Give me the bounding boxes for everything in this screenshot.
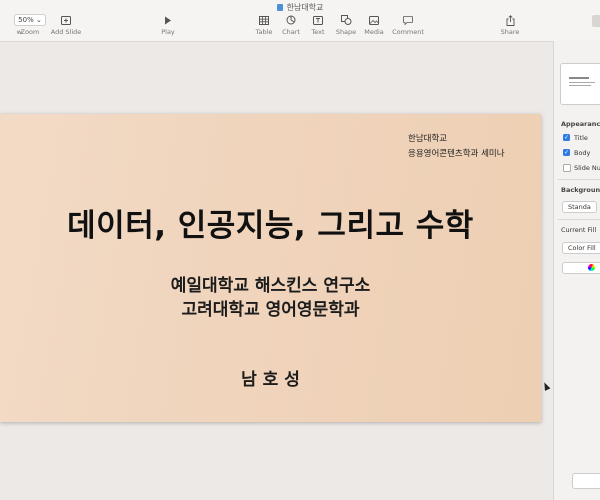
- add-slide-button[interactable]: Add Slide: [44, 14, 88, 36]
- add-slide-label: Add Slide: [50, 28, 82, 36]
- window-title: 한남대학교: [0, 2, 600, 13]
- mouse-cursor-icon: [541, 381, 551, 391]
- document-icon: [276, 4, 283, 11]
- appearance-heading: Appearance: [561, 120, 600, 128]
- slide[interactable]: 한남대학교 응용영어콘텐츠학과 세미나 데이터, 인공지능, 그리고 수학 예일…: [0, 114, 541, 422]
- play-button[interactable]: Play: [146, 14, 190, 36]
- comment-button[interactable]: Comment: [386, 14, 430, 36]
- comment-label: Comment: [392, 28, 424, 36]
- title-checkbox-label: Title: [574, 134, 588, 142]
- body-checkbox-label: Body: [574, 149, 591, 157]
- share-label: Share: [500, 28, 520, 36]
- comment-icon: [386, 14, 430, 26]
- title-checkbox[interactable]: ✓: [563, 134, 570, 141]
- slide-number-checkbox-label: Slide Nu: [574, 164, 600, 172]
- slide-layout-thumbnail[interactable]: [560, 63, 600, 105]
- slide-author[interactable]: 남 호 성: [0, 365, 541, 390]
- divider: [558, 219, 600, 220]
- play-label: Play: [161, 28, 175, 36]
- format-inspector: Appearance ✓ Title ✓ Body Slide Nu Backg…: [553, 41, 600, 500]
- play-icon: [146, 14, 190, 26]
- document-name: 한남대학교: [286, 3, 324, 12]
- share-icon: [488, 14, 532, 26]
- divider: [558, 179, 600, 180]
- slide-canvas[interactable]: 한남대학교 응용영어콘텐츠학과 세미나 데이터, 인공지능, 그리고 수학 예일…: [0, 41, 553, 500]
- sidebar-toggle-button[interactable]: [592, 15, 600, 27]
- color-wheel-icon[interactable]: [588, 264, 595, 271]
- color-well[interactable]: [562, 262, 600, 274]
- slide-subtitle-2[interactable]: 고려대학교 영어영문학과: [0, 295, 541, 320]
- zoom-value: 50%: [18, 16, 34, 24]
- slide-department[interactable]: 응용영어콘텐츠학과 세미나: [408, 147, 505, 159]
- slide-university[interactable]: 한남대학교: [408, 132, 447, 144]
- slide-title[interactable]: 데이터, 인공지능, 그리고 수학: [0, 200, 541, 245]
- slide-number-checkbox[interactable]: [563, 164, 571, 172]
- slide-subtitle-1[interactable]: 예일대학교 해스킨스 연구소: [0, 271, 541, 296]
- toolbar: 한남대학교 w 50% ⌄ Zoom Add Slide Play Table …: [0, 0, 600, 42]
- add-slide-icon: [44, 14, 88, 26]
- inspector-bottom-button[interactable]: [572, 473, 600, 489]
- fill-type-select[interactable]: Color Fill: [562, 242, 600, 254]
- current-fill-label: Current Fill: [561, 226, 597, 234]
- background-style-button[interactable]: Standa: [562, 201, 597, 213]
- zoom-select[interactable]: 50% ⌄: [14, 14, 46, 26]
- share-button[interactable]: Share: [488, 14, 532, 36]
- chevron-down-icon: ⌄: [35, 16, 42, 24]
- background-heading: Background: [561, 186, 600, 194]
- body-checkbox[interactable]: ✓: [563, 149, 570, 156]
